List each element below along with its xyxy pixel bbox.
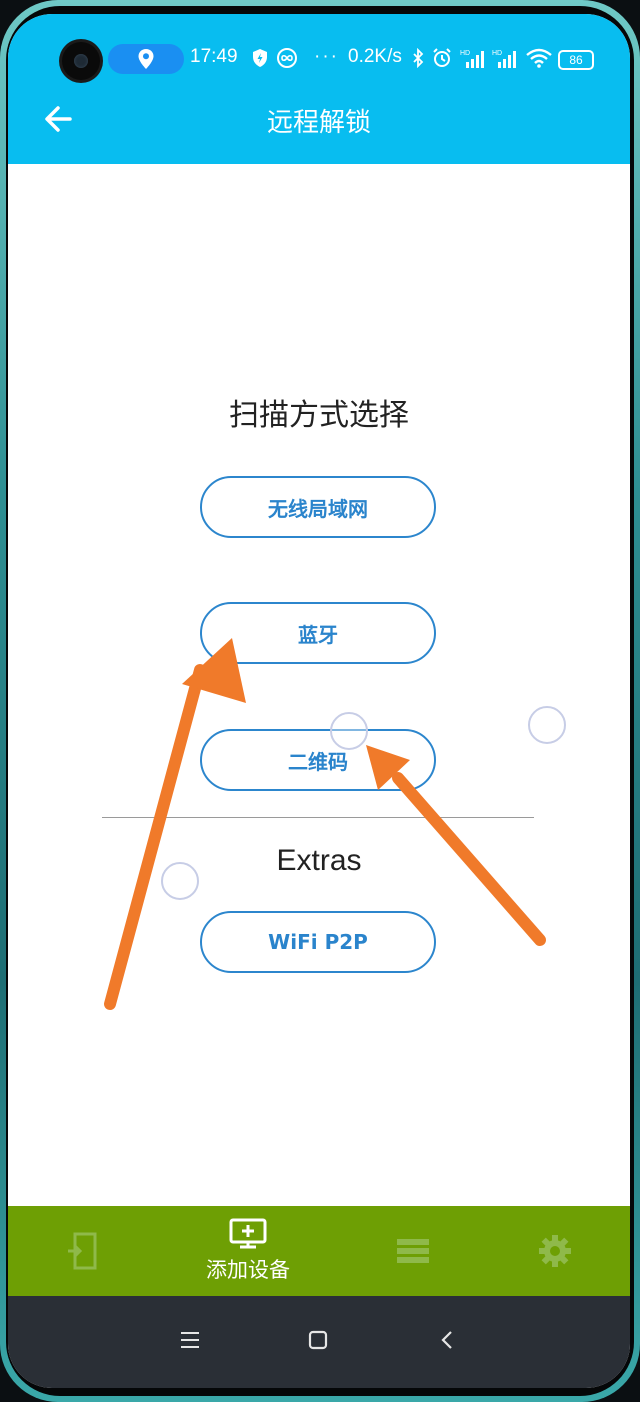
qr-code-button[interactable]: 二维码 (200, 729, 436, 791)
app-header: 17:49 ··· 0.2K/s HD HD 86 远程解锁 (8, 14, 630, 164)
location-pill (108, 44, 184, 74)
touch-indicator (330, 712, 368, 750)
front-camera (62, 42, 100, 80)
svg-text:HD: HD (492, 50, 502, 57)
door-exit-icon (68, 1232, 97, 1270)
home-square-icon[interactable] (308, 1330, 328, 1350)
gear-icon (539, 1235, 571, 1267)
touch-indicator (161, 862, 199, 900)
wlan-button[interactable]: 无线局域网 (200, 476, 436, 538)
status-more-dots: ··· (314, 46, 339, 67)
menu-icon[interactable] (180, 1331, 200, 1349)
wifi-icon (526, 48, 552, 68)
extras-title: Extras (276, 844, 362, 877)
infinity-icon (277, 48, 297, 68)
nav-add-device[interactable]: 添加设备 (188, 1206, 308, 1296)
divider (102, 817, 534, 818)
wifi-p2p-button[interactable]: WiFi P2P (200, 911, 436, 973)
svg-text:HD: HD (460, 50, 470, 57)
bluetooth-button[interactable]: 蓝牙 (200, 602, 436, 664)
screen: 17:49 ··· 0.2K/s HD HD 86 远程解锁 扫描方式选择 无线… (8, 14, 630, 1388)
list-icon (397, 1239, 429, 1263)
location-icon (138, 49, 154, 69)
touch-indicator (528, 706, 566, 744)
nav-settings[interactable] (520, 1206, 590, 1296)
battery-icon: 86 (558, 50, 594, 70)
alarm-icon (433, 48, 451, 67)
signal-hd-icon: HD (492, 50, 516, 68)
back-chevron-icon[interactable] (440, 1330, 454, 1350)
add-device-monitor-icon (229, 1218, 267, 1249)
bluetooth-icon (413, 48, 424, 68)
shield-icon (253, 49, 267, 67)
battery-level: 86 (569, 53, 583, 67)
bottom-nav: 添加设备 (8, 1206, 630, 1296)
status-time: 17:49 (190, 46, 238, 67)
system-nav-bar (8, 1296, 630, 1388)
scan-method-title: 扫描方式选择 (229, 398, 409, 433)
signal-hd-icon: HD (460, 50, 484, 68)
nav-exit[interactable] (48, 1206, 118, 1296)
nav-list[interactable] (378, 1206, 448, 1296)
page-title: 远程解锁 (266, 108, 371, 138)
nav-add-device-label: 添加设备 (206, 1258, 290, 1282)
status-net-speed: 0.2K/s (348, 46, 402, 67)
